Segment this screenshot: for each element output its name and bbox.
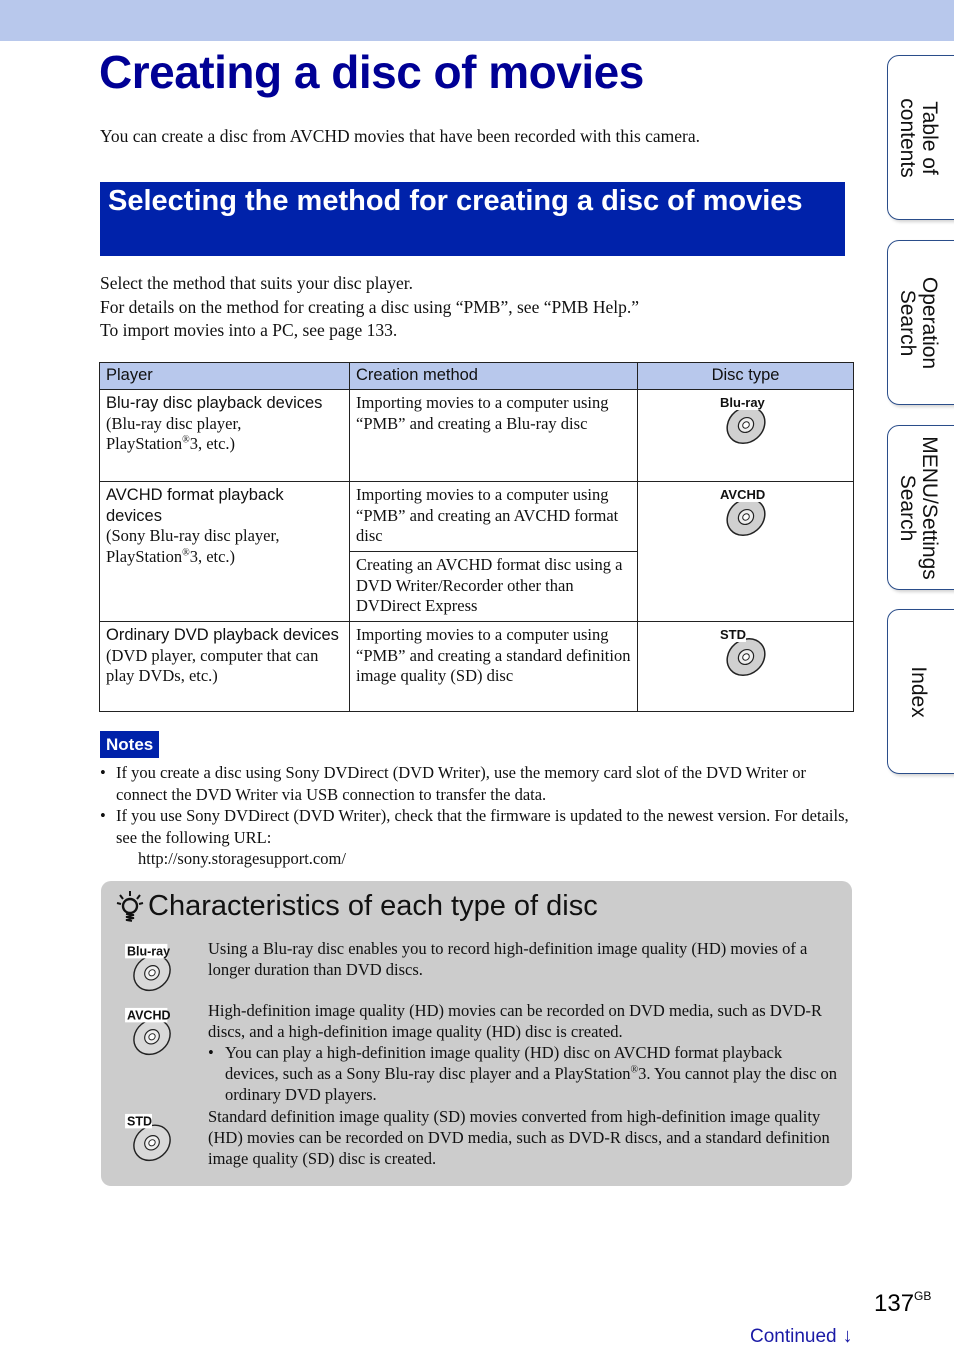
section-body: Select the method that suits your disc p… bbox=[100, 272, 639, 343]
note-text: If you use Sony DVDirect (DVD Writer), c… bbox=[116, 806, 849, 847]
disc-type-cell: STD bbox=[637, 621, 854, 712]
disc-label: AVCHD bbox=[720, 487, 765, 502]
disc-label: Blu-ray bbox=[720, 395, 766, 410]
hint-std-text: Standard definition image quality (SD) m… bbox=[208, 1107, 830, 1168]
hint-avchd-bullet: You can play a high-definition image qua… bbox=[208, 1042, 838, 1105]
disc-label: AVCHD bbox=[127, 1008, 171, 1022]
table-row: Ordinary DVD playback devices (DVD playe… bbox=[99, 621, 854, 712]
player-detail: (DVD player, computer that can play DVDs… bbox=[106, 645, 319, 686]
std-disc-icon: STD bbox=[125, 1113, 171, 1162]
tab-menu-settings-search[interactable]: MENU/Settings Search bbox=[887, 425, 954, 590]
player-detail: PlayStation bbox=[106, 434, 183, 453]
player-detail: 3, etc.) bbox=[189, 546, 236, 566]
player-detail: (Blu-ray disc player, bbox=[106, 413, 242, 433]
section-heading: Selecting the method for creating a disc… bbox=[100, 182, 845, 256]
player-cell: AVCHD format playback devices (Sony Blu-… bbox=[99, 481, 350, 622]
notes-list: If you create a disc using Sony DVDirect… bbox=[100, 762, 860, 870]
player-detail: PlayStation bbox=[106, 546, 183, 566]
hint-bluray-text: Using a Blu-ray disc enables you to reco… bbox=[208, 939, 808, 979]
note-item: If you create a disc using Sony DVDirect… bbox=[100, 762, 860, 805]
tab-operation-search[interactable]: Operation Search bbox=[887, 240, 954, 405]
continued-link[interactable]: Continued ↓ bbox=[750, 1325, 853, 1348]
hint-avchd-main: High-definition image quality (HD) movie… bbox=[208, 1001, 823, 1041]
method-table: Player Creation method Disc type Blu-ray… bbox=[99, 362, 854, 712]
registered-mark: ® bbox=[182, 547, 190, 558]
top-header-band bbox=[0, 0, 954, 41]
section-line: Select the method that suits your disc p… bbox=[100, 273, 413, 293]
method-cell: Importing movies to a computer using “PM… bbox=[349, 481, 638, 552]
registered-mark: ® bbox=[182, 434, 190, 446]
page-number: 137GB bbox=[874, 1289, 932, 1317]
section-line: For details on the method for creating a… bbox=[100, 296, 639, 317]
tab-table-of-contents[interactable]: Table of contents bbox=[887, 55, 954, 220]
lightbulb-hint-icon bbox=[116, 891, 144, 922]
support-url-link[interactable]: http://sony.storagesupport.com/ bbox=[116, 848, 860, 870]
table-row: AVCHD format playback devices (Sony Blu-… bbox=[99, 481, 854, 622]
player-name: Ordinary DVD playback devices bbox=[106, 626, 339, 644]
page-title: Creating a disc of movies bbox=[99, 46, 644, 98]
tab-index[interactable]: Index bbox=[887, 609, 954, 774]
avchd-disc-icon: AVCHD bbox=[717, 487, 766, 537]
hint-title: Characteristics of each type of disc bbox=[148, 890, 598, 922]
disc-label: STD bbox=[720, 627, 746, 642]
section-line: To import movies into a PC, see page 133… bbox=[100, 320, 398, 340]
arrow-down-icon: ↓ bbox=[842, 1325, 853, 1347]
disc-label: Blu-ray bbox=[127, 944, 170, 958]
player-detail: (Sony Blu-ray disc player, bbox=[106, 526, 280, 545]
bluray-disc-icon: Blu-ray bbox=[717, 395, 766, 445]
registered-mark: ® bbox=[630, 1064, 639, 1076]
tab-label: Index bbox=[907, 665, 930, 718]
std-disc-icon: STD bbox=[717, 627, 766, 677]
player-cell: Ordinary DVD playback devices (DVD playe… bbox=[99, 621, 350, 712]
header-player: Player bbox=[99, 362, 350, 390]
hint-avchd-text: High-definition image quality (HD) movie… bbox=[208, 1000, 838, 1105]
method-cell: Importing movies to a computer using “PM… bbox=[349, 621, 638, 712]
tab-label: Operation Search bbox=[896, 276, 941, 369]
tab-label: Table of contents bbox=[896, 97, 941, 178]
intro-text: You can create a disc from AVCHD movies … bbox=[100, 126, 701, 146]
tab-label: MENU/Settings Search bbox=[896, 435, 941, 580]
note-item: If you use Sony DVDirect (DVD Writer), c… bbox=[100, 805, 860, 870]
method-cell: Creating an AVCHD format disc using a DV… bbox=[349, 551, 638, 622]
table-header-row: Player Creation method Disc type bbox=[99, 362, 854, 390]
disc-type-cell: Blu-ray bbox=[637, 389, 854, 482]
table-row: Blu-ray disc playback devices (Blu-ray d… bbox=[99, 389, 854, 482]
disc-type-cell: AVCHD bbox=[637, 481, 854, 622]
player-name: AVCHD format playback devices bbox=[106, 486, 284, 525]
bluray-disc-icon: Blu-ray bbox=[125, 943, 171, 992]
header-disc-type: Disc type bbox=[637, 362, 854, 390]
avchd-disc-icon: AVCHD bbox=[125, 1007, 171, 1056]
player-cell: Blu-ray disc playback devices (Blu-ray d… bbox=[99, 389, 350, 482]
method-cell: Importing movies to a computer using “PM… bbox=[349, 389, 638, 482]
header-creation-method: Creation method bbox=[349, 362, 638, 390]
disc-label: STD bbox=[127, 1114, 152, 1128]
notes-label: Notes bbox=[100, 731, 160, 758]
player-detail: 3, etc.) bbox=[189, 434, 236, 453]
player-name: Blu-ray disc playback devices bbox=[106, 394, 323, 412]
